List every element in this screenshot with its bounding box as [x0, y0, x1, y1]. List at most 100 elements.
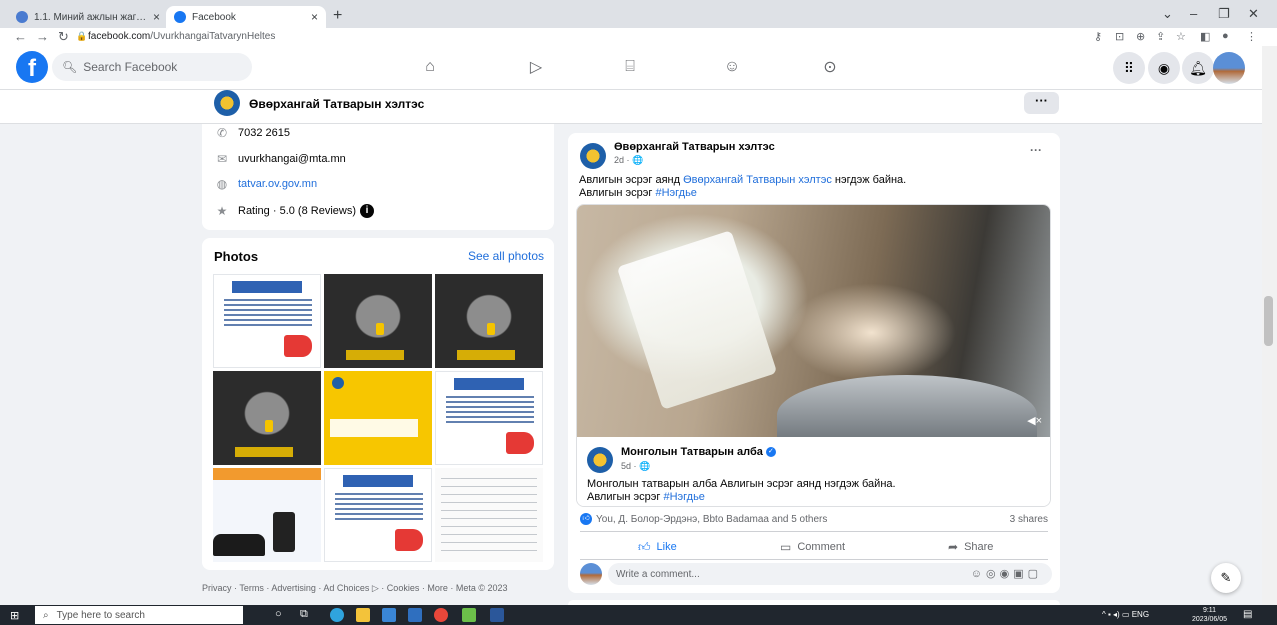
new-message-icon[interactable]: ✎: [1211, 563, 1241, 593]
store-icon[interactable]: [382, 608, 396, 622]
reactions-summary[interactable]: 👍︎ You, Д. Болор-Эрдэнэ, Bbto Badamaa an…: [580, 513, 827, 525]
new-tab-button[interactable]: +: [333, 7, 342, 25]
post-video[interactable]: ◀×: [577, 205, 1050, 455]
marketplace-icon[interactable]: ⌸: [618, 56, 642, 78]
comment-input[interactable]: Write a comment... ☺◎◉▣▢: [608, 563, 1052, 585]
file-explorer-icon[interactable]: [356, 608, 370, 622]
photo-thumbnail[interactable]: [213, 468, 321, 562]
website-link[interactable]: tatvar.ov.gov.mn: [238, 178, 317, 190]
menu-grid-icon[interactable]: ⠿: [1113, 52, 1145, 84]
windows-start-icon[interactable]: ⊞: [10, 609, 19, 622]
share-page-icon[interactable]: ⇪: [1156, 30, 1165, 43]
page-more-button[interactable]: ···: [1024, 92, 1059, 114]
email-row: ✉ uvurkhangai@mta.mn: [214, 152, 346, 166]
commenter-avatar[interactable]: [580, 563, 602, 585]
scrollbar-thumb[interactable]: [1264, 296, 1273, 346]
photo-thumbnail[interactable]: [213, 371, 321, 465]
account-avatar[interactable]: [1213, 52, 1245, 84]
restore-icon[interactable]: ❐: [1218, 6, 1230, 22]
side-panel-icon[interactable]: ◧: [1200, 30, 1210, 43]
photo-thumbnail[interactable]: [324, 468, 432, 562]
word-icon[interactable]: [490, 608, 504, 622]
key-icon[interactable]: ⚷: [1094, 30, 1102, 43]
photo-thumbnail[interactable]: [324, 274, 432, 368]
back-icon[interactable]: ←: [14, 29, 27, 44]
system-tray[interactable]: ^ ▪ ◂) ▭ ENG: [1102, 610, 1149, 619]
tab-close-icon[interactable]: ×: [311, 10, 318, 24]
browser-tab-strip: 1.1. Миний ажлын жагсаалт × Facebook × +…: [0, 0, 1277, 28]
photo-thumbnail[interactable]: [324, 371, 432, 465]
globe-icon: ◍: [216, 177, 228, 191]
browser-tab-worklist[interactable]: 1.1. Миний ажлын жагсаалт ×: [8, 6, 168, 28]
photo-thumbnail[interactable]: [435, 274, 543, 368]
browser-menu-icon[interactable]: ⋮: [1246, 30, 1257, 43]
forward-icon[interactable]: →: [36, 29, 49, 44]
comment-button[interactable]: ▭ Comment: [780, 538, 845, 556]
zoom-icon[interactable]: ⊕: [1136, 30, 1145, 43]
info-icon[interactable]: i: [360, 204, 374, 218]
cortana-icon[interactable]: ○: [275, 608, 289, 622]
post-page-mention[interactable]: Өвөрхангай Татварын хэлтэс: [683, 174, 832, 186]
shared-author-avatar[interactable]: [587, 447, 613, 473]
install-icon[interactable]: ⊡: [1115, 30, 1124, 43]
window-close-icon[interactable]: ✕: [1248, 6, 1259, 22]
shares-count[interactable]: 3 shares: [1010, 514, 1048, 525]
taskbar-search[interactable]: ⌕ Type here to search: [35, 606, 243, 624]
tab-close-icon[interactable]: ×: [153, 10, 160, 24]
clock-date: 2023/06/05: [1192, 616, 1228, 623]
reload-icon[interactable]: ↻: [58, 29, 69, 45]
minimize-icon[interactable]: –: [1190, 6, 1197, 21]
page-sticky-header: Өвөрхангай Татварын хэлтэс ···: [0, 90, 1262, 124]
shared-post[interactable]: ◀× Монголын Татварын алба ✓ 5d · 🌐 Монгол…: [576, 204, 1051, 507]
post-timestamp[interactable]: 2d · 🌐: [614, 155, 643, 166]
photos-card: Photos See all photos: [202, 238, 554, 570]
groups-icon[interactable]: ☺: [720, 56, 744, 78]
shared-author[interactable]: Монголын Татварын алба ✓: [621, 446, 776, 458]
post-author[interactable]: Өвөрхангай Татварын хэлтэс: [614, 141, 775, 153]
messenger-icon[interactable]: ◉: [1148, 52, 1180, 84]
like-button[interactable]: 👍︎ Like: [638, 538, 677, 556]
mail-icon[interactable]: [408, 608, 422, 622]
share-button[interactable]: ➦ Share: [948, 538, 993, 556]
shared-hashtag[interactable]: #Нэгдье: [663, 491, 704, 503]
post-card: Өвөрхангай Татварын хэлтэс 2d · 🌐 ··· Ав…: [568, 133, 1060, 593]
url-field[interactable]: facebook.com/UvurkhangaiTatvarynHeltes: [88, 31, 275, 42]
footer-links[interactable]: Privacy · Terms · Advertising · Ad Choic…: [202, 583, 508, 594]
page-avatar[interactable]: [214, 90, 240, 116]
photo-thumbnail[interactable]: [213, 274, 321, 368]
photo-thumbnail[interactable]: [435, 371, 543, 465]
browser-tab-facebook[interactable]: Facebook ×: [166, 6, 326, 28]
shared-timestamp[interactable]: 5d · 🌐: [621, 461, 650, 472]
taskbar-clock[interactable]: 9:11 2023/06/05: [1192, 606, 1227, 624]
post-author-avatar[interactable]: [580, 143, 606, 169]
mute-icon[interactable]: ◀×: [1027, 414, 1042, 427]
email-address[interactable]: uvurkhangai@mta.mn: [238, 153, 346, 165]
page-title[interactable]: Өвөрхангай Татварын хэлтэс: [249, 97, 424, 111]
notifications-bell-icon[interactable]: 🔔︎: [1182, 52, 1214, 84]
gaming-icon[interactable]: ⊙: [818, 56, 842, 78]
notification-center-icon[interactable]: ▤: [1243, 609, 1252, 620]
app-icon[interactable]: [462, 608, 476, 622]
lock-icon[interactable]: 🔒: [76, 31, 87, 42]
watch-icon[interactable]: ▷: [524, 56, 548, 78]
profile-icon[interactable]: ●: [1222, 30, 1229, 42]
task-view-icon[interactable]: ⧉: [300, 608, 314, 622]
bookmark-star-icon[interactable]: ☆: [1176, 30, 1186, 43]
edge-icon[interactable]: [330, 608, 344, 622]
home-icon[interactable]: ⌂: [418, 56, 442, 78]
see-all-photos-link[interactable]: See all photos: [468, 249, 544, 263]
tray-language[interactable]: ENG: [1132, 610, 1149, 619]
facebook-logo-icon[interactable]: f: [16, 51, 48, 83]
chevron-down-icon[interactable]: ⌄: [1162, 6, 1173, 22]
post-hashtag[interactable]: #Нэгдье: [655, 187, 696, 199]
phone-row: ✆ 7032 2615: [214, 126, 290, 140]
comment-label: Comment: [797, 541, 846, 553]
comment-tools[interactable]: ☺◎◉▣▢: [971, 567, 1042, 580]
chrome-icon[interactable]: [434, 608, 448, 622]
post-more-button[interactable]: ···: [1030, 143, 1042, 157]
comment-placeholder: Write a comment...: [616, 568, 700, 580]
photo-thumbnail[interactable]: [435, 468, 543, 562]
page-scrollbar[interactable]: [1262, 46, 1277, 605]
post-text-prefix: Авлигын эсрэг аянд: [579, 174, 684, 186]
facebook-search-input[interactable]: 🔍︎ Search Facebook: [52, 53, 252, 81]
